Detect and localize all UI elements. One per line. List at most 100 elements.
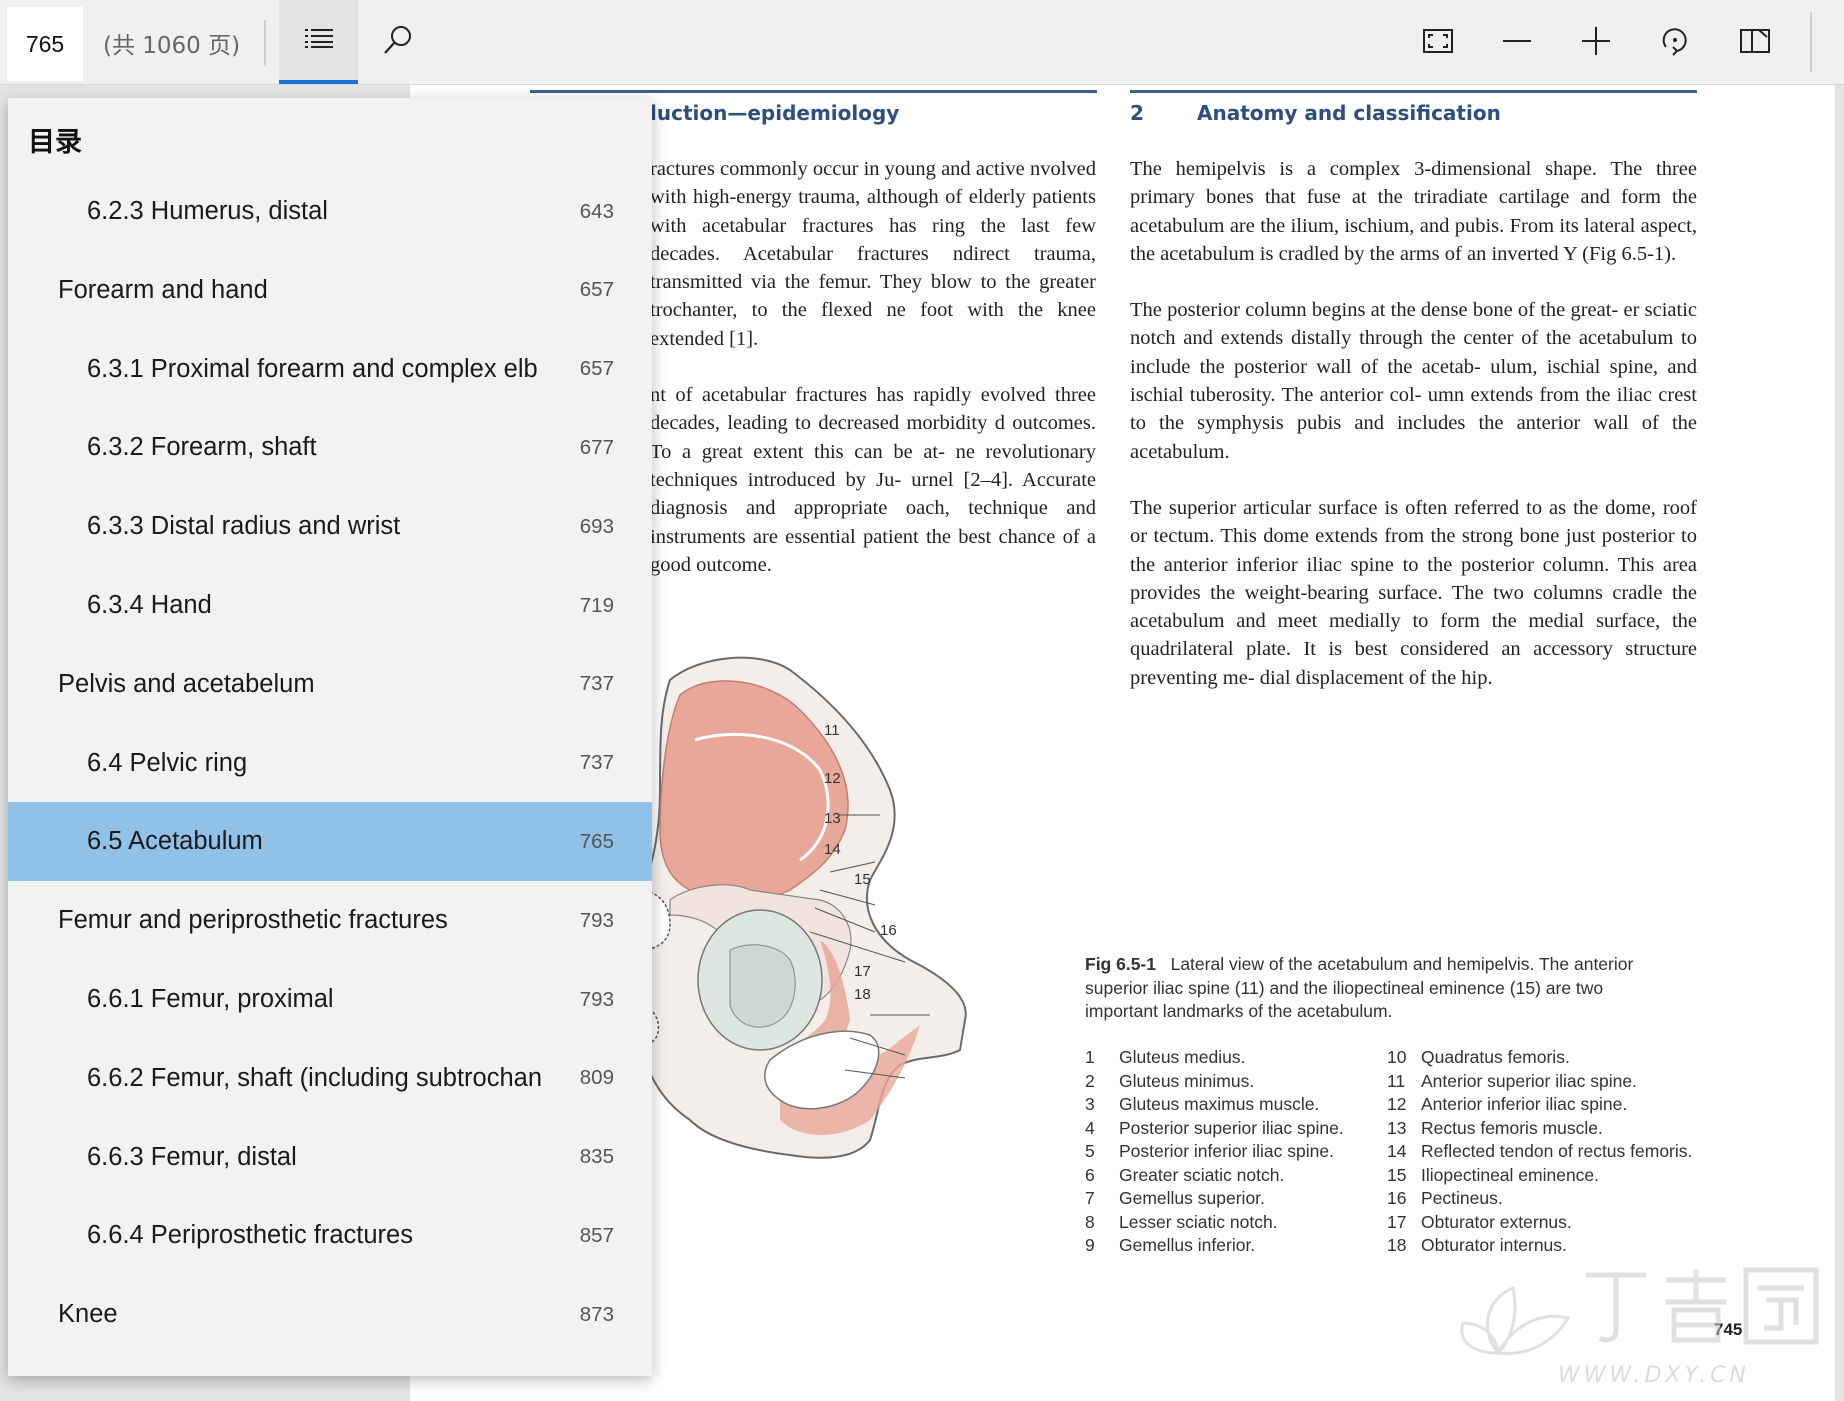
toc-item-page: 835 [579,1145,614,1169]
toc-item[interactable]: Femur and periprosthetic fractures 793 [8,881,652,960]
toc-item[interactable]: 6.5 Acetabulum 765 [8,802,652,882]
legend-text: Gluteus maximus muscle. [1119,1094,1320,1114]
toc-item[interactable]: 6.3.3 Distal radius and wrist 693 [8,487,652,566]
legend-text: Obturator internus. [1421,1235,1567,1255]
legend-number: 14 [1387,1141,1407,1161]
legend-entry: 13 Rectus femoris muscle. [1387,1117,1717,1141]
toc-item-page: 857 [579,1223,614,1247]
legend-number: 2 [1085,1070,1095,1091]
legend-text: Gemellus inferior. [1119,1235,1256,1255]
page-layout-button[interactable] [1731,20,1779,66]
toc-item[interactable]: Knee 873 [8,1275,652,1354]
toc-item-label: Femur and periprosthetic fractures [58,906,448,935]
legend-text: Gemellus superior. [1119,1188,1265,1208]
legend-entry: 12 Anterior inferior iliac spine. [1387,1093,1717,1117]
legend-number: 9 [1085,1235,1095,1255]
legend-entry: 10 Quadratus femoris. [1387,1046,1717,1070]
legend-text: Lesser sciatic notch. [1119,1211,1278,1232]
zoom-out-icon [1501,25,1533,62]
search-icon [382,24,414,61]
legend-entry: 7 Gemellus superior. [1085,1187,1385,1211]
legend-entry: 16 Pectineus. [1387,1187,1717,1211]
figure-caption: Fig 6.5-1 Lateral view of the acetabulum… [1085,953,1645,1024]
toc-item-label: 6.3.2 Forearm, shaft [87,433,317,462]
list-icon [303,27,335,54]
rotate-button[interactable] [1651,20,1699,66]
toc-item-label: 6.6.2 Femur, shaft (including subtrochan [87,1063,543,1092]
page-number-input[interactable]: 765 [7,7,83,81]
toc-item[interactable]: Pelvis and acetabelum 737 [8,645,652,724]
toc-item[interactable]: 6.2.3 Humerus, distal 643 [8,172,652,251]
zoom-in-icon [1580,25,1612,62]
legend-text: Anterior superior iliac spine. [1421,1070,1637,1091]
toc-item-page: 737 [579,672,614,696]
legend-entry: 4 Posterior superior iliac spine. [1085,1117,1385,1141]
legend-number: 3 [1085,1094,1095,1114]
toc-item[interactable]: 6.6.3 Femur, distal 835 [8,1118,652,1197]
legend-text: Reflected tendon of rectus femoris. [1421,1141,1693,1161]
figure-label: Fig 6.5-1 [1085,954,1156,974]
legend-entry: 15 Iliopectineal eminence. [1387,1164,1717,1188]
legend-number: 16 [1387,1188,1407,1208]
toc-item-page: 873 [579,1302,614,1326]
legend-entry: 14 Reflected tendon of rectus femoris. [1387,1140,1717,1164]
legend-text: Obturator externus. [1421,1211,1572,1232]
toc-item[interactable]: 6.3.4 Hand 719 [8,566,652,645]
toc-item-page: 719 [579,593,614,617]
toc-item[interactable]: 6.6.4 Periprosthetic fractures 857 [8,1196,652,1275]
toc-panel: 目录 6.2.2 Humerus, shaft6276.2.3 Humerus,… [8,98,652,1376]
toc-item[interactable]: Forearm and hand 657 [8,251,652,330]
toc-item[interactable]: 6.6.2 Femur, shaft (including subtrochan… [8,1039,652,1118]
toc-item[interactable]: 6.4 Pelvic ring 737 [8,724,652,803]
toc-item-label: 6.3.3 Distal radius and wrist [87,512,401,541]
toc-item-page: 657 [579,278,614,302]
zoom-out-button[interactable] [1493,20,1541,66]
toc-item[interactable]: 6.6.1 Femur, proximal 793 [8,960,652,1039]
legend-text: Gluteus minimus. [1119,1070,1255,1091]
legend-entry: 11 Anterior superior iliac spine. [1387,1070,1717,1094]
toc-item-label: 6.3.1 Proximal forearm and complex elb [87,354,538,383]
legend-number: 8 [1085,1211,1095,1232]
toc-item-page: 765 [579,829,614,853]
left-section-heading: luction—epidemiology [650,101,900,125]
toc-item-label: 6.6.3 Femur, distal [87,1142,297,1171]
figure-label-14: 14 [824,841,841,858]
toc-item-page: 809 [579,1066,614,1090]
zoom-in-button[interactable] [1572,20,1620,66]
toc-item-page: 677 [579,435,614,459]
legend-entry: 3 Gluteus maximus muscle. [1085,1093,1385,1117]
rotate-icon [1658,24,1692,63]
legend-entry: 1 Gluteus medius. [1085,1046,1385,1070]
legend-text: Quadratus femoris. [1421,1047,1570,1067]
toc-button[interactable] [279,0,358,84]
toc-item[interactable]: 6.3.2 Forearm, shaft 677 [8,408,652,487]
toc-item-page: 643 [579,199,614,223]
paragraph: nt of acetabular fractures has rapidly e… [650,384,1096,576]
legend-text: Posterior inferior iliac spine. [1119,1141,1334,1161]
figure-legend-left: 1 Gluteus medius. 2 Gluteus minimus. 3 Gluteu… [1085,1046,1385,1258]
current-page-value: 765 [25,30,65,57]
legend-number: 5 [1085,1141,1095,1161]
legend-text: Anterior inferior iliac spine. [1421,1094,1628,1114]
page-layout-icon [1739,27,1771,60]
hemipelvis-illustration [640,656,967,1159]
legend-entry: 6 Greater sciatic notch. [1085,1164,1385,1188]
toc-item[interactable]: 6.3.1 Proximal forearm and complex elb 65… [8,330,652,409]
toc-item-page: 793 [579,987,614,1011]
legend-number: 10 [1387,1047,1407,1067]
legend-number: 11 [1387,1070,1406,1091]
fit-page-button[interactable] [1414,20,1462,66]
legend-number: 15 [1387,1164,1407,1185]
figure-label-15: 15 [854,871,871,888]
legend-text: Posterior superior iliac spine. [1119,1117,1344,1138]
legend-number: 4 [1085,1117,1095,1138]
toolbar-divider [264,20,266,66]
legend-entry: 17 Obturator externus. [1387,1211,1717,1235]
search-button[interactable] [368,0,428,84]
legend-number: 12 [1387,1094,1407,1114]
left-column-rule [530,90,1097,93]
legend-text: Greater sciatic notch. [1119,1164,1285,1185]
legend-entry: 9 Gemellus inferior. [1085,1234,1385,1258]
toc-title: 目录 [28,127,82,158]
figure-legend-right: 10 Quadratus femoris. 11 Anterior superior … [1387,1046,1717,1258]
